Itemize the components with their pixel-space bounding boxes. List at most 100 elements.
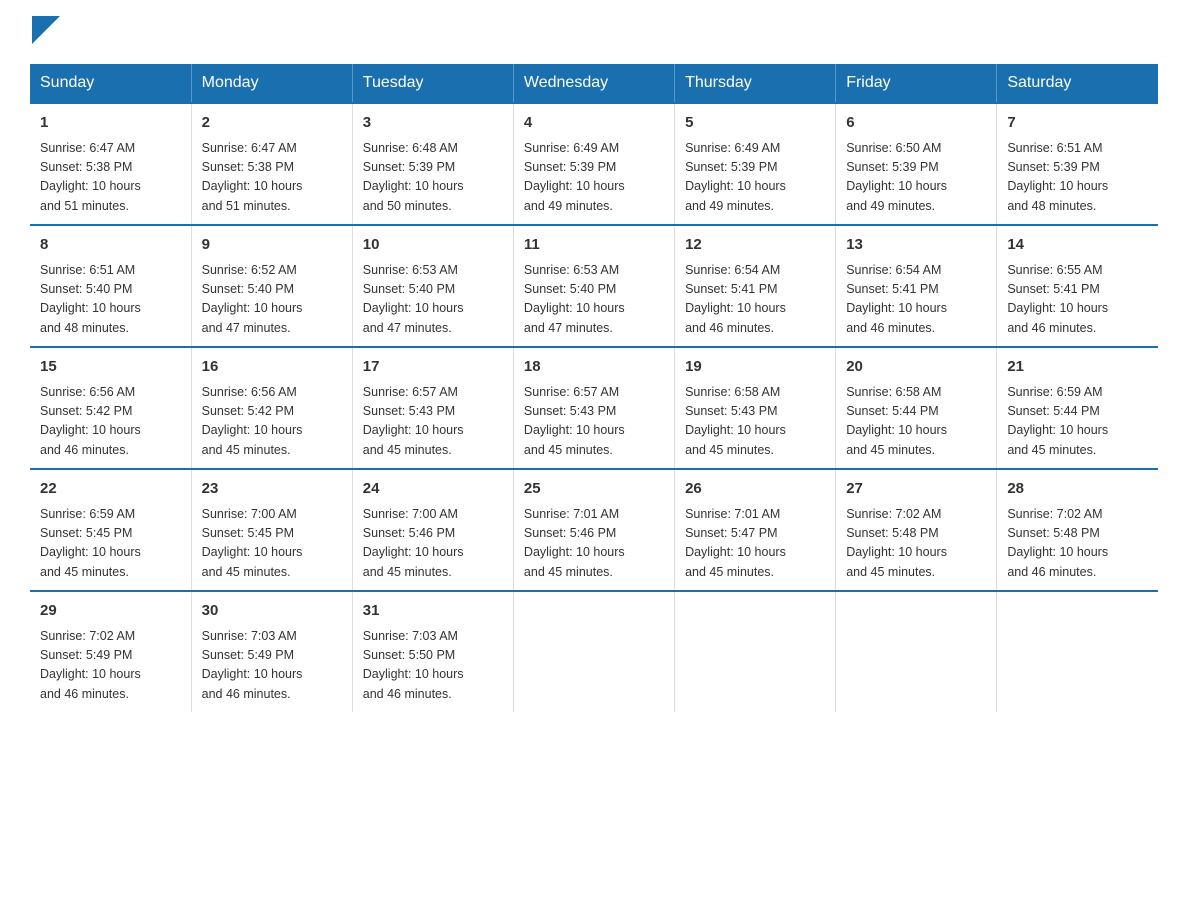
day-info: Sunrise: 6:51 AMSunset: 5:39 PMDaylight:… (1007, 139, 1148, 217)
calendar-cell: 23Sunrise: 7:00 AMSunset: 5:45 PMDayligh… (191, 469, 352, 591)
day-info: Sunrise: 6:49 AMSunset: 5:39 PMDaylight:… (524, 139, 664, 217)
calendar-cell: 6 Sunrise: 6:50 AMSunset: 5:39 PMDaylight… (836, 103, 997, 225)
calendar-cell: 19Sunrise: 6:58 AMSunset: 5:43 PMDayligh… (675, 347, 836, 469)
day-info: Sunrise: 6:56 AMSunset: 5:42 PMDaylight:… (40, 383, 181, 461)
day-number: 18 (524, 356, 664, 379)
calendar-cell: 2 Sunrise: 6:47 AMSunset: 5:38 PMDaylight… (191, 103, 352, 225)
day-number: 3 (363, 112, 503, 135)
day-info: Sunrise: 6:53 AMSunset: 5:40 PMDaylight:… (524, 261, 664, 339)
calendar-cell: 1 Sunrise: 6:47 AMSunset: 5:38 PMDaylight… (30, 103, 191, 225)
day-number: 9 (202, 234, 342, 257)
calendar-cell: 18 Sunrise: 6:57 AMSunset: 5:43 PMDayligh… (513, 347, 674, 469)
calendar-cell: 27 Sunrise: 7:02 AMSunset: 5:48 PMDayligh… (836, 469, 997, 591)
calendar-week-row: 29Sunrise: 7:02 AMSunset: 5:49 PMDayligh… (30, 591, 1158, 712)
column-header-wednesday: Wednesday (513, 64, 674, 103)
calendar-week-row: 8 Sunrise: 6:51 AMSunset: 5:40 PMDaylight… (30, 225, 1158, 347)
day-info: Sunrise: 6:53 AMSunset: 5:40 PMDaylight:… (363, 261, 503, 339)
calendar-cell: 14 Sunrise: 6:55 AMSunset: 5:41 PMDayligh… (997, 225, 1158, 347)
column-header-saturday: Saturday (997, 64, 1158, 103)
day-info: Sunrise: 6:56 AMSunset: 5:42 PMDaylight:… (202, 383, 342, 461)
calendar-cell (836, 591, 997, 712)
calendar-cell: 28Sunrise: 7:02 AMSunset: 5:48 PMDayligh… (997, 469, 1158, 591)
day-info: Sunrise: 7:03 AMSunset: 5:50 PMDaylight:… (363, 627, 503, 705)
calendar-cell: 5 Sunrise: 6:49 AMSunset: 5:39 PMDaylight… (675, 103, 836, 225)
day-number: 11 (524, 234, 664, 257)
day-info: Sunrise: 6:51 AMSunset: 5:40 PMDaylight:… (40, 261, 181, 339)
calendar-cell: 20 Sunrise: 6:58 AMSunset: 5:44 PMDayligh… (836, 347, 997, 469)
day-number: 17 (363, 356, 503, 379)
calendar-cell: 30 Sunrise: 7:03 AMSunset: 5:49 PMDayligh… (191, 591, 352, 712)
calendar-cell: 21Sunrise: 6:59 AMSunset: 5:44 PMDayligh… (997, 347, 1158, 469)
calendar-week-row: 22Sunrise: 6:59 AMSunset: 5:45 PMDayligh… (30, 469, 1158, 591)
calendar-cell: 13 Sunrise: 6:54 AMSunset: 5:41 PMDayligh… (836, 225, 997, 347)
day-number: 8 (40, 234, 181, 257)
day-info: Sunrise: 6:49 AMSunset: 5:39 PMDaylight:… (685, 139, 825, 217)
day-number: 12 (685, 234, 825, 257)
day-info: Sunrise: 7:02 AMSunset: 5:48 PMDaylight:… (846, 505, 986, 583)
column-header-monday: Monday (191, 64, 352, 103)
day-info: Sunrise: 7:00 AMSunset: 5:46 PMDaylight:… (363, 505, 503, 583)
day-number: 15 (40, 356, 181, 379)
day-number: 16 (202, 356, 342, 379)
column-header-tuesday: Tuesday (352, 64, 513, 103)
day-number: 5 (685, 112, 825, 135)
calendar-cell: 7 Sunrise: 6:51 AMSunset: 5:39 PMDaylight… (997, 103, 1158, 225)
day-info: Sunrise: 7:00 AMSunset: 5:45 PMDaylight:… (202, 505, 342, 583)
calendar-cell (997, 591, 1158, 712)
day-number: 26 (685, 478, 825, 501)
day-info: Sunrise: 6:58 AMSunset: 5:44 PMDaylight:… (846, 383, 986, 461)
day-info: Sunrise: 6:47 AMSunset: 5:38 PMDaylight:… (40, 139, 181, 217)
day-info: Sunrise: 6:55 AMSunset: 5:41 PMDaylight:… (1007, 261, 1148, 339)
day-info: Sunrise: 6:59 AMSunset: 5:45 PMDaylight:… (40, 505, 181, 583)
day-info: Sunrise: 6:58 AMSunset: 5:43 PMDaylight:… (685, 383, 825, 461)
calendar-cell: 29Sunrise: 7:02 AMSunset: 5:49 PMDayligh… (30, 591, 191, 712)
calendar-cell: 11 Sunrise: 6:53 AMSunset: 5:40 PMDayligh… (513, 225, 674, 347)
calendar-cell (675, 591, 836, 712)
day-number: 27 (846, 478, 986, 501)
column-header-sunday: Sunday (30, 64, 191, 103)
logo (30, 20, 60, 44)
calendar-week-row: 15 Sunrise: 6:56 AMSunset: 5:42 PMDayligh… (30, 347, 1158, 469)
calendar-cell: 22Sunrise: 6:59 AMSunset: 5:45 PMDayligh… (30, 469, 191, 591)
day-number: 4 (524, 112, 664, 135)
calendar-cell: 8 Sunrise: 6:51 AMSunset: 5:40 PMDaylight… (30, 225, 191, 347)
day-info: Sunrise: 6:54 AMSunset: 5:41 PMDaylight:… (685, 261, 825, 339)
day-info: Sunrise: 6:50 AMSunset: 5:39 PMDaylight:… (846, 139, 986, 217)
day-number: 6 (846, 112, 986, 135)
calendar-cell: 26Sunrise: 7:01 AMSunset: 5:47 PMDayligh… (675, 469, 836, 591)
calendar-week-row: 1 Sunrise: 6:47 AMSunset: 5:38 PMDaylight… (30, 103, 1158, 225)
calendar-cell: 15 Sunrise: 6:56 AMSunset: 5:42 PMDayligh… (30, 347, 191, 469)
day-number: 7 (1007, 112, 1148, 135)
day-number: 28 (1007, 478, 1148, 501)
column-header-thursday: Thursday (675, 64, 836, 103)
day-number: 14 (1007, 234, 1148, 257)
day-number: 20 (846, 356, 986, 379)
day-info: Sunrise: 6:47 AMSunset: 5:38 PMDaylight:… (202, 139, 342, 217)
day-number: 2 (202, 112, 342, 135)
calendar-cell: 24 Sunrise: 7:00 AMSunset: 5:46 PMDayligh… (352, 469, 513, 591)
day-info: Sunrise: 7:03 AMSunset: 5:49 PMDaylight:… (202, 627, 342, 705)
day-info: Sunrise: 6:48 AMSunset: 5:39 PMDaylight:… (363, 139, 503, 217)
day-info: Sunrise: 6:54 AMSunset: 5:41 PMDaylight:… (846, 261, 986, 339)
day-info: Sunrise: 6:57 AMSunset: 5:43 PMDaylight:… (524, 383, 664, 461)
day-info: Sunrise: 7:01 AMSunset: 5:46 PMDaylight:… (524, 505, 664, 583)
logo-triangle-icon (32, 16, 60, 44)
day-number: 25 (524, 478, 664, 501)
day-number: 21 (1007, 356, 1148, 379)
day-number: 13 (846, 234, 986, 257)
day-number: 31 (363, 600, 503, 623)
day-number: 1 (40, 112, 181, 135)
calendar-cell: 12 Sunrise: 6:54 AMSunset: 5:41 PMDayligh… (675, 225, 836, 347)
calendar-cell: 25 Sunrise: 7:01 AMSunset: 5:46 PMDayligh… (513, 469, 674, 591)
calendar-cell: 4 Sunrise: 6:49 AMSunset: 5:39 PMDaylight… (513, 103, 674, 225)
page-header (30, 20, 1158, 44)
calendar-cell: 16 Sunrise: 6:56 AMSunset: 5:42 PMDayligh… (191, 347, 352, 469)
day-number: 30 (202, 600, 342, 623)
calendar-cell: 17 Sunrise: 6:57 AMSunset: 5:43 PMDayligh… (352, 347, 513, 469)
day-number: 24 (363, 478, 503, 501)
calendar-cell: 3 Sunrise: 6:48 AMSunset: 5:39 PMDaylight… (352, 103, 513, 225)
calendar-cell (513, 591, 674, 712)
day-info: Sunrise: 6:57 AMSunset: 5:43 PMDaylight:… (363, 383, 503, 461)
calendar-cell: 10Sunrise: 6:53 AMSunset: 5:40 PMDayligh… (352, 225, 513, 347)
calendar-header-row: SundayMondayTuesdayWednesdayThursdayFrid… (30, 64, 1158, 103)
